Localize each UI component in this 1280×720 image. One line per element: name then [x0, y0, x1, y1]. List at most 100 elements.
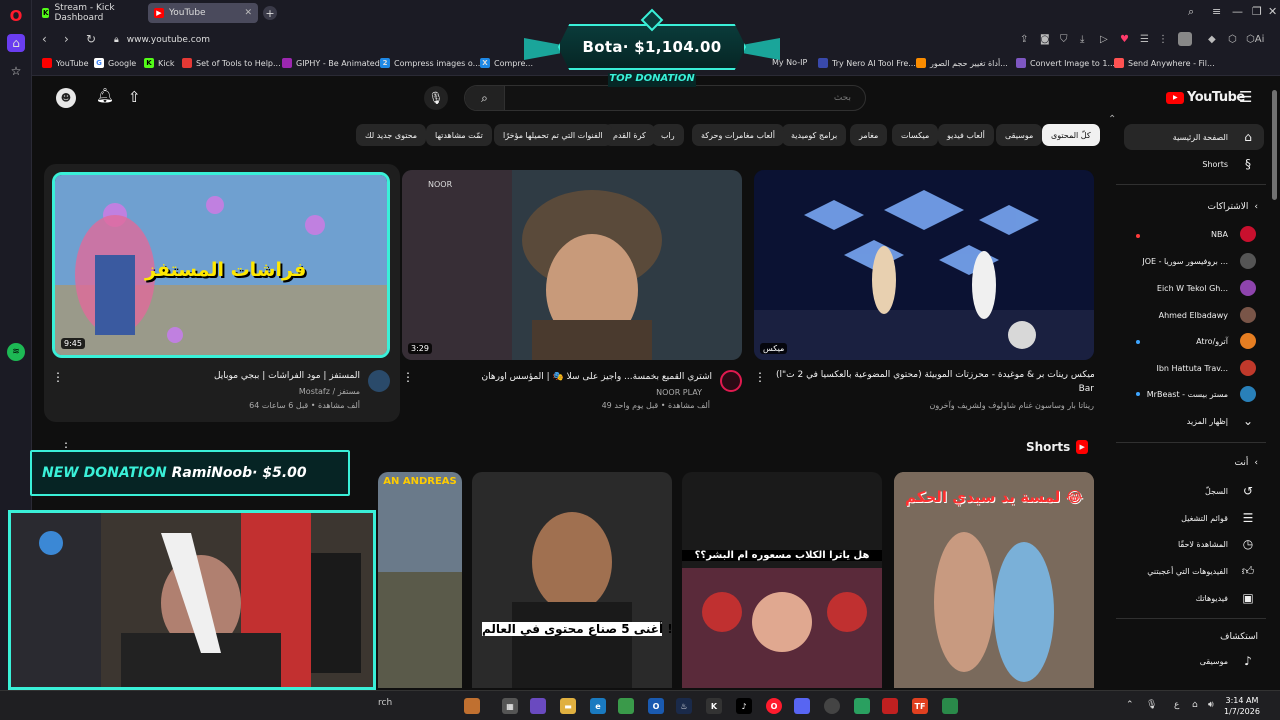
diamond-icon[interactable]: ◆ — [1208, 34, 1216, 45]
bookmark-kick[interactable]: K Kick — [144, 58, 175, 68]
bookmark-send-anywhere[interactable]: Send Anywhere - Fil... — [1114, 58, 1215, 68]
sidebar-item-home[interactable]: الصفحة الرئيسية ⌂ — [1124, 124, 1264, 150]
short-card[interactable]: لمسة يد سيدي الحكم 😂 — [894, 472, 1094, 688]
video-card[interactable]: ميكس — [754, 170, 1094, 360]
sidebar-item-liked[interactable]: الفيديوهات التي أعجبتني 👍︎ — [1124, 558, 1264, 584]
sidebar-item-joe[interactable]: JOE - بروفيسور سوريا ... — [1124, 248, 1264, 274]
short-card[interactable]: AN ANDREAS — [378, 472, 462, 688]
app-icon[interactable]: TF — [912, 698, 928, 714]
chip-watched[interactable]: تمّت مشاهدتها — [426, 124, 492, 146]
opera-logo-icon[interactable]: O — [7, 7, 25, 25]
play-icon[interactable]: ▷ — [1100, 34, 1108, 45]
tab-youtube[interactable]: ▶ YouTube ✕ — [148, 3, 258, 23]
search-button[interactable]: ⌕ — [465, 86, 505, 110]
chip-action-games[interactable]: ألعاب مغامرات وحركة — [692, 124, 784, 146]
edge-icon[interactable]: e — [590, 698, 606, 714]
video-thumbnail[interactable]: فراشات المستفز 9:45 — [52, 172, 390, 358]
bookmark-youtube[interactable]: YouTube — [42, 58, 89, 68]
spotify-icon[interactable]: ≋ — [7, 343, 25, 361]
camera-icon[interactable]: ◙ — [1040, 34, 1050, 45]
sidebar-item-playlists[interactable]: قوائم التشغيل ☰ — [1124, 505, 1264, 531]
minimize-icon[interactable]: — — [1232, 5, 1243, 18]
outlook-icon[interactable]: O — [648, 698, 664, 714]
subscriptions-heading[interactable]: الاشتراكات ‹ — [1124, 202, 1258, 212]
video-title[interactable]: المستفز | مود الفراشات | ببجي موبايل — [84, 371, 360, 381]
avatar[interactable]: ☻ — [56, 88, 76, 108]
video-title[interactable]: اشتري القميع بخمسة... وأجيز على سلّا 🎭 |… — [440, 372, 712, 382]
bookmark-convert[interactable]: Convert Image to 1... — [1016, 58, 1115, 68]
heart-icon[interactable]: ♥ — [1120, 34, 1129, 45]
share-icon[interactable]: ⇪ — [1020, 34, 1028, 45]
mic-icon[interactable]: 🎙︎ — [1146, 700, 1157, 710]
menu-icon[interactable]: ≡ — [1212, 5, 1221, 18]
app-icon[interactable] — [824, 698, 840, 714]
maximize-icon[interactable]: ❐ — [1252, 5, 1262, 18]
shield-icon[interactable]: ⛉ — [1060, 34, 1068, 45]
url-field[interactable]: 🔒︎ www.youtube.com — [108, 30, 528, 50]
taskbar-search[interactable]: rch — [378, 698, 392, 708]
more-options-icon[interactable]: ⋮ — [52, 370, 64, 384]
video-thumbnail[interactable]: ميكس — [754, 170, 1094, 360]
profile-avatar[interactable] — [1178, 32, 1192, 46]
cube-icon[interactable]: ⬡ — [1228, 34, 1237, 45]
steam-icon[interactable]: ♨ — [676, 698, 692, 714]
network-icon[interactable]: ⌂ — [1192, 700, 1198, 710]
sidebar-item-mrbeast[interactable]: MrBeast - مستر بيست — [1124, 381, 1264, 407]
chip-adventure[interactable]: مغامر — [850, 124, 888, 146]
you-heading[interactable]: أنت ‹ — [1124, 458, 1258, 468]
tab-kick-dashboard[interactable]: K Stream - Kick Dashboard — [36, 3, 144, 23]
video-channel[interactable]: NOOR PLAY — [440, 388, 702, 397]
search-icon[interactable]: ⌕ — [1188, 5, 1194, 19]
bookmark-giphy[interactable]: GIPHY - Be Animated — [282, 58, 380, 68]
video-channel[interactable]: Mostafz / مستفز — [84, 387, 360, 396]
mic-icon[interactable]: 🎙︎ — [424, 86, 448, 110]
sidebar-item-eich[interactable]: Eich W Tekol Gh... — [1124, 275, 1264, 301]
bookmark-compress[interactable]: 2 Compress images o... — [380, 58, 480, 68]
sidebar-item-watch-later[interactable]: المشاهدة لاحقًا ◷ — [1124, 531, 1264, 557]
close-window-icon[interactable]: ✕ — [1268, 5, 1277, 18]
scrollbar-thumb[interactable] — [1272, 90, 1277, 200]
new-tab-button[interactable]: + — [263, 6, 277, 20]
sliders-icon[interactable]: ☰ — [1140, 34, 1149, 45]
video-card[interactable]: فراشات المستفز 9:45 — [52, 172, 390, 358]
app-icon[interactable]: K — [706, 698, 722, 714]
chip-recent[interactable]: الفنوات التي تم تحميلها مؤخرًا — [494, 124, 612, 146]
video-title[interactable]: ميكس رينات بر & موغيدة - محرزتات الموبيئ… — [776, 370, 1094, 380]
search-input[interactable] — [505, 93, 865, 103]
chip-new-for-you[interactable]: محتوى جديد لك — [356, 124, 427, 146]
chip-all[interactable]: كلّ المحتوى — [1042, 124, 1100, 146]
download-icon[interactable]: ⤓ — [1080, 34, 1084, 45]
home-icon[interactable]: ⌂ — [7, 34, 25, 52]
language-icon[interactable]: ع — [1174, 700, 1179, 710]
app-icon[interactable] — [882, 698, 898, 714]
sidebar-item-shorts[interactable]: Shorts § — [1124, 151, 1264, 177]
app-icon[interactable] — [942, 698, 958, 714]
video-card[interactable]: NOOR 3:29 — [402, 170, 742, 360]
chip-mixes[interactable]: ميكسات — [892, 124, 939, 146]
bookmark-tools[interactable]: Set of Tools to Help... — [182, 58, 281, 68]
sidebar-item-ahmed[interactable]: Ahmed Elbadawy — [1124, 302, 1264, 328]
store-icon[interactable] — [618, 698, 634, 714]
star-icon[interactable]: ☆ — [7, 62, 25, 80]
widgets-icon[interactable] — [530, 698, 546, 714]
folder-icon[interactable]: ▬ — [560, 698, 576, 714]
tiktok-icon[interactable]: ♪ — [736, 698, 752, 714]
app-icon[interactable] — [854, 698, 870, 714]
more-options-icon[interactable]: ⋮ — [402, 370, 414, 384]
clock[interactable]: 3:14 AM 1/7/2026 — [1224, 695, 1260, 717]
sidebar-item-ibn-hattuta[interactable]: Ibn Hattuta Trav... — [1124, 355, 1264, 381]
forward-icon[interactable]: › — [64, 32, 69, 46]
opera-icon[interactable]: O — [766, 698, 782, 714]
channel-avatar[interactable] — [368, 370, 390, 392]
close-icon[interactable]: ✕ — [244, 8, 252, 18]
bookmark-google[interactable]: G Google — [94, 58, 136, 68]
sidebar-item-history[interactable]: السجلّ ↺ — [1124, 478, 1264, 504]
video-channel[interactable]: ريناتا بار وساسون غنام شاولوف ولشريف وآخ… — [776, 401, 1094, 410]
chip-comedy[interactable]: برامج كوميدية — [782, 124, 847, 146]
app-icon[interactable] — [464, 698, 480, 714]
bell-icon[interactable]: 🔔︎ — [96, 88, 114, 104]
chip-games[interactable]: ألعاب فيديو — [938, 124, 994, 146]
sidebar-item-your-videos[interactable]: فيديوهاتك ▣ — [1124, 585, 1264, 611]
back-icon[interactable]: ‹ — [42, 32, 47, 46]
show-more-button[interactable]: إظهار المزيد ⌄ — [1124, 408, 1264, 434]
